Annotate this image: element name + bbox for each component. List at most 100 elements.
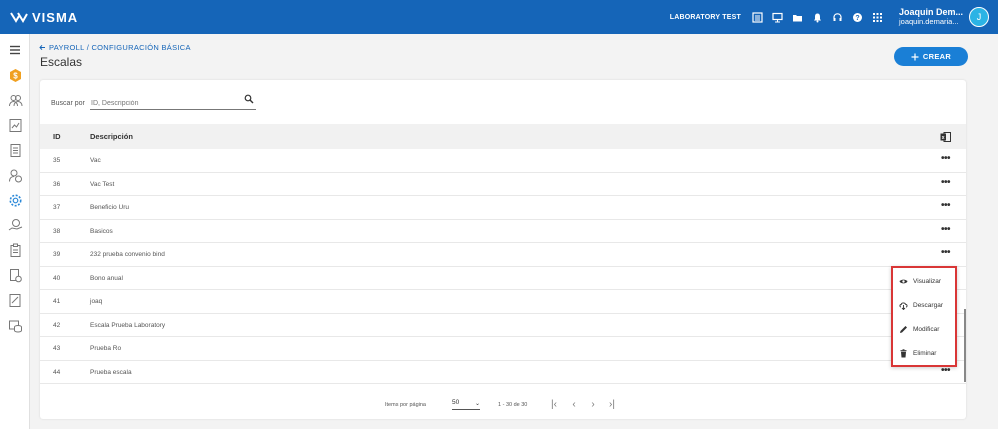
folder-icon[interactable] bbox=[789, 8, 807, 26]
payroll-coin-icon[interactable]: $ bbox=[7, 67, 23, 83]
brand-name: VISMA bbox=[32, 9, 79, 25]
table-row[interactable]: 36 Vac Test ••• bbox=[40, 173, 966, 196]
first-page-icon[interactable]: |‹ bbox=[548, 399, 560, 411]
row-actions-icon[interactable]: ••• bbox=[941, 153, 951, 164]
cell-description: Escala Prueba Laboratory bbox=[90, 321, 166, 329]
row-actions-icon[interactable]: ••• bbox=[941, 247, 951, 258]
row-actions-icon[interactable]: ••• bbox=[941, 200, 951, 211]
avatar[interactable]: J bbox=[969, 7, 989, 27]
breadcrumb-text[interactable]: PAYROLL / CONFIGURACIÓN BÁSICA bbox=[49, 43, 191, 52]
settings-gear-icon[interactable] bbox=[7, 192, 23, 208]
document-list-icon[interactable] bbox=[749, 8, 767, 26]
table-header: ID Descripción x bbox=[40, 124, 966, 149]
table-row[interactable]: 44 Prueba escala ••• bbox=[40, 361, 966, 384]
table-row[interactable]: 43 Prueba Ro bbox=[40, 337, 966, 361]
row-context-menu: Visualizar Descargar Modificar Eliminar bbox=[891, 266, 957, 367]
menu-item-visualizar[interactable]: Visualizar bbox=[899, 274, 955, 288]
cell-description: joaq bbox=[90, 298, 103, 305]
menu-item-label: Modificar bbox=[913, 325, 940, 333]
create-button-label: CREAR bbox=[922, 52, 952, 61]
create-button[interactable]: CREAR bbox=[894, 47, 968, 66]
last-page-icon[interactable]: ›| bbox=[606, 399, 618, 411]
row-actions-icon[interactable]: ••• bbox=[941, 177, 951, 188]
cell-id: 41 bbox=[53, 298, 61, 305]
bell-icon[interactable] bbox=[809, 8, 827, 26]
items-per-page-label: Items por página bbox=[385, 402, 426, 408]
next-page-icon[interactable]: › bbox=[587, 399, 599, 411]
cell-id: 37 bbox=[53, 204, 61, 211]
excel-export-icon[interactable]: x bbox=[940, 132, 951, 142]
menu-item-descargar[interactable]: Descargar bbox=[899, 298, 955, 312]
svg-text:?: ? bbox=[856, 15, 860, 22]
cell-description: Basicos bbox=[90, 227, 113, 235]
table-row[interactable]: 41 joaq bbox=[40, 290, 966, 314]
cell-description: 232 prueba convenio bind bbox=[90, 251, 165, 258]
employees-icon[interactable] bbox=[7, 92, 23, 108]
top-bar: VISMA LABORATORY TEST ? Joaquin Dem... j… bbox=[0, 0, 998, 34]
search-label: Buscar por bbox=[51, 100, 85, 107]
table-row[interactable]: 38 Basicos ••• bbox=[40, 220, 966, 243]
menu-item-modificar[interactable]: Modificar bbox=[899, 322, 955, 336]
company-name[interactable]: LABORATORY TEST bbox=[670, 14, 741, 21]
clipboard-icon[interactable] bbox=[7, 242, 23, 258]
cell-description: Vac bbox=[90, 157, 101, 164]
table-row[interactable]: 37 Beneficio Uru ••• bbox=[40, 196, 966, 220]
document-icon[interactable] bbox=[7, 142, 23, 158]
cell-description: Bono anual bbox=[90, 274, 123, 282]
cell-id: 43 bbox=[53, 345, 61, 352]
plus-icon bbox=[911, 53, 919, 60]
monitor-icon[interactable] bbox=[769, 8, 787, 26]
headset-icon[interactable] bbox=[829, 8, 847, 26]
database-icon[interactable] bbox=[7, 317, 23, 333]
breadcrumb[interactable]: PAYROLL / CONFIGURACIÓN BÁSICA bbox=[39, 43, 191, 52]
column-header-id[interactable]: ID bbox=[53, 132, 61, 141]
chevron-down-icon: ⌄ bbox=[474, 401, 480, 407]
help-icon[interactable]: ? bbox=[849, 8, 867, 26]
table-row[interactable]: 35 Vac ••• bbox=[40, 149, 966, 173]
cell-id: 36 bbox=[53, 180, 61, 188]
pagination: Items por página 50 ⌄ 1 - 30 de 30 |‹ ‹ … bbox=[40, 398, 966, 412]
cell-id: 38 bbox=[53, 227, 61, 235]
search-input[interactable] bbox=[90, 96, 256, 110]
cell-id: 42 bbox=[53, 321, 61, 329]
person-money-icon[interactable] bbox=[7, 167, 23, 183]
page-size-select[interactable]: 50 ⌄ bbox=[452, 399, 480, 410]
pencil-icon bbox=[899, 325, 908, 334]
visma-logo[interactable]: VISMA bbox=[10, 10, 78, 25]
scales-card: Buscar por ID Descripción x 35 Vac ••• 36 V… bbox=[40, 80, 966, 419]
menu-item-label: Descargar bbox=[913, 301, 943, 309]
table-row[interactable]: 40 Bono anual bbox=[40, 267, 966, 290]
document-settings-icon[interactable] bbox=[7, 267, 23, 283]
previous-page-icon[interactable]: ‹ bbox=[568, 399, 580, 411]
apps-grid-icon[interactable] bbox=[869, 8, 887, 26]
column-header-description[interactable]: Descripción bbox=[90, 132, 133, 141]
cell-id: 39 bbox=[53, 251, 61, 258]
hamburger-menu-icon[interactable] bbox=[7, 42, 23, 58]
table-row[interactable]: 42 Escala Prueba Laboratory bbox=[40, 314, 966, 337]
user-menu[interactable]: Joaquin Dem... joaquin.demaria... bbox=[898, 7, 963, 26]
row-actions-icon[interactable]: ••• bbox=[941, 224, 951, 235]
form-edit-icon[interactable] bbox=[7, 292, 23, 308]
eye-icon bbox=[899, 277, 908, 286]
cloud-download-icon bbox=[899, 301, 908, 310]
cell-description: Prueba Ro bbox=[90, 345, 122, 352]
table-row[interactable]: 39 232 prueba convenio bind ••• bbox=[40, 243, 966, 267]
menu-item-eliminar[interactable]: Eliminar bbox=[899, 346, 955, 360]
visma-logo-icon bbox=[10, 12, 28, 23]
search-icon[interactable] bbox=[244, 94, 254, 104]
page-title: Escalas bbox=[40, 55, 83, 69]
back-arrow-icon[interactable] bbox=[39, 44, 46, 51]
menu-item-label: Visualizar bbox=[913, 277, 942, 285]
page-size-value: 50 bbox=[452, 399, 460, 406]
cell-id: 40 bbox=[53, 274, 61, 282]
reports-chart-icon[interactable] bbox=[7, 117, 23, 133]
scrollbar[interactable] bbox=[964, 309, 966, 382]
cell-description: Beneficio Uru bbox=[90, 204, 130, 211]
svg-text:x: x bbox=[942, 135, 945, 141]
page-range: 1 - 30 de 30 bbox=[498, 402, 528, 408]
menu-item-label: Eliminar bbox=[913, 349, 937, 357]
sidebar: $ bbox=[0, 34, 30, 429]
cell-description: Vac Test bbox=[90, 180, 115, 188]
payments-hand-icon[interactable] bbox=[7, 217, 23, 233]
user-email: joaquin.demaria... bbox=[898, 16, 959, 26]
